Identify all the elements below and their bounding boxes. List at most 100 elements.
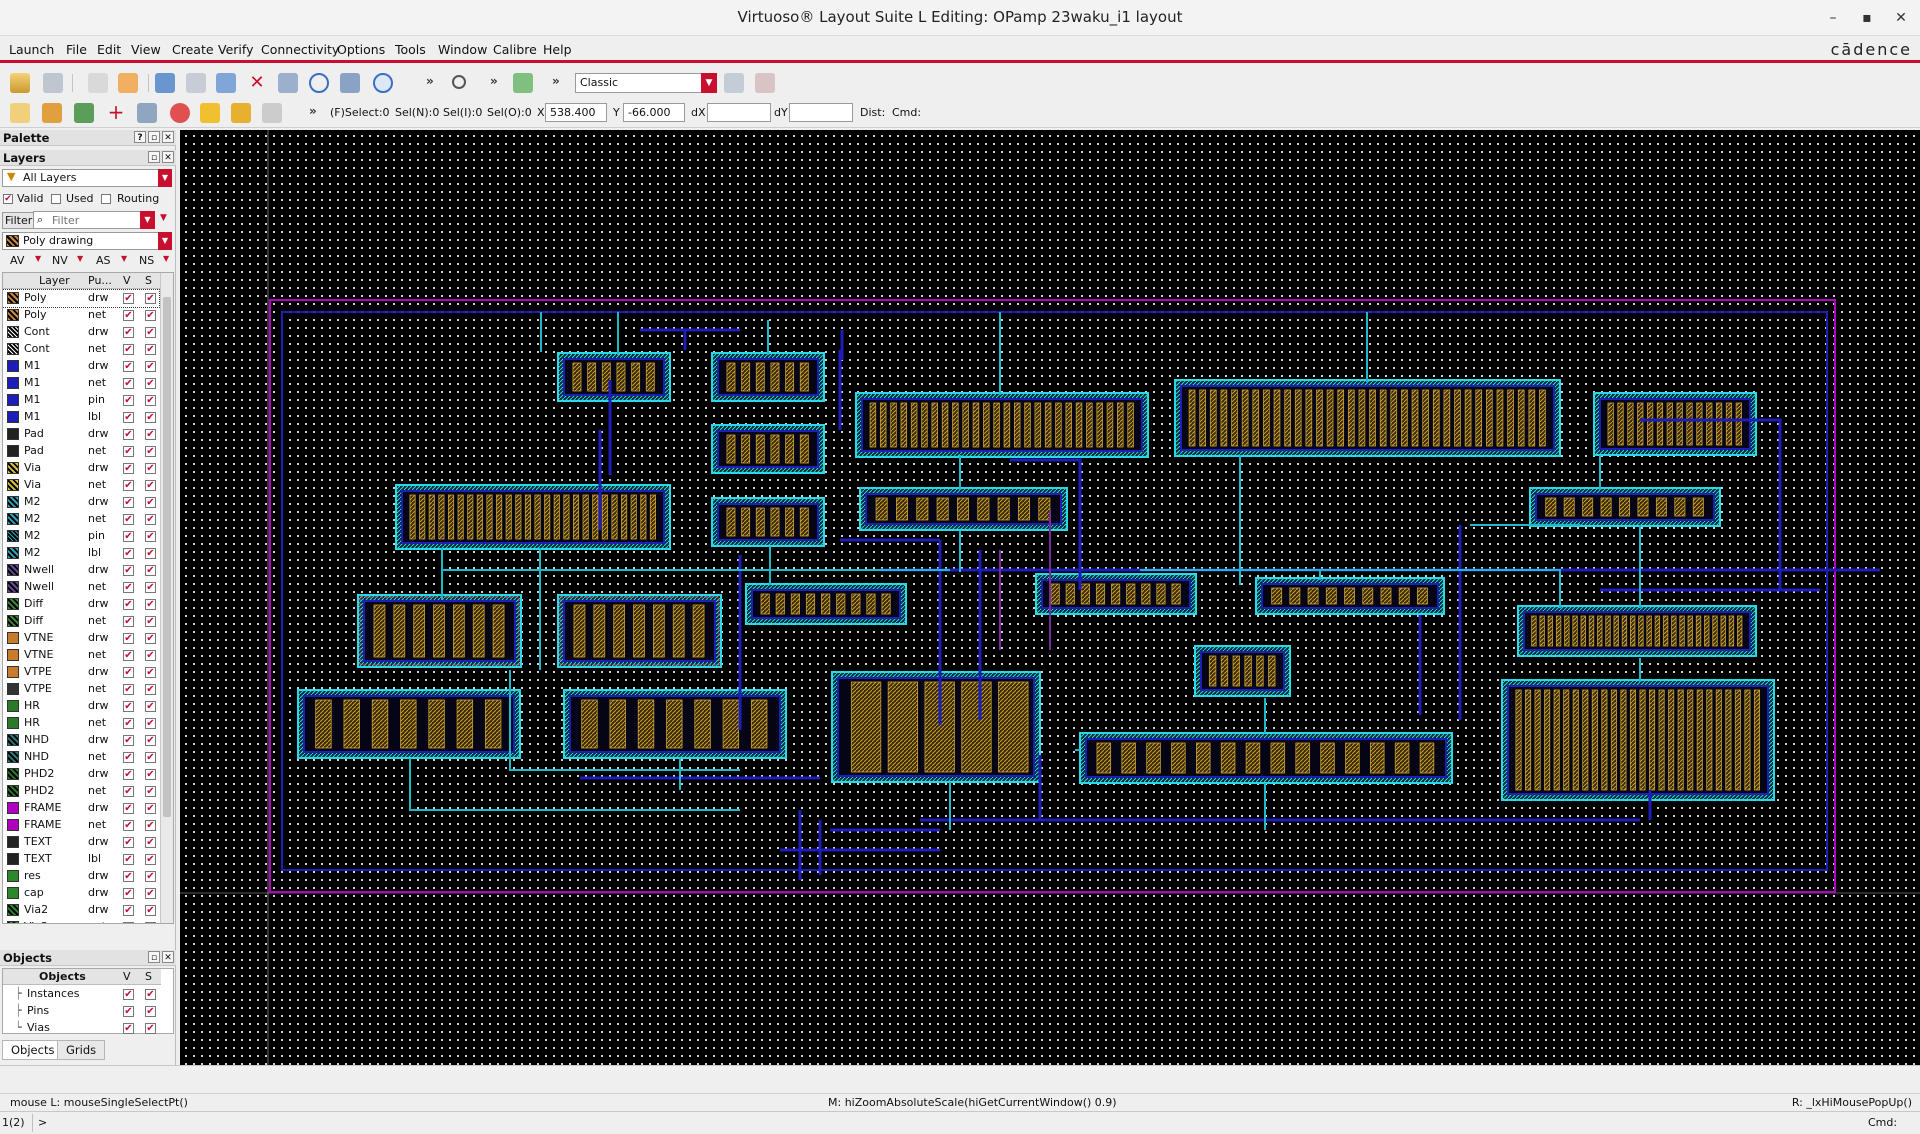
- selectable-checkbox[interactable]: ✔: [145, 599, 156, 610]
- layer-row-pad-drw[interactable]: Pad drw ✔ ✔: [3, 426, 159, 443]
- layer-row-diff-drw[interactable]: Diff drw ✔ ✔: [3, 596, 159, 613]
- filter-options-icon[interactable]: ▼: [160, 213, 167, 223]
- visible-checkbox[interactable]: ✔: [123, 412, 134, 423]
- selectable-checkbox[interactable]: ✔: [145, 735, 156, 746]
- menu-verify[interactable]: Verify: [218, 42, 253, 57]
- selectable-checkbox[interactable]: ✔: [145, 446, 156, 457]
- selectable-checkbox[interactable]: ✔: [145, 871, 156, 882]
- object-row-instances[interactable]: ┝ Instances ✔ ✔: [3, 986, 159, 1003]
- selectable-checkbox[interactable]: ✔: [145, 531, 156, 542]
- toolbar-more-1[interactable]: »: [426, 74, 434, 88]
- layer-row-m1-drw[interactable]: M1 drw ✔ ✔: [3, 358, 159, 375]
- ns-button[interactable]: NS: [139, 254, 154, 267]
- visible-checkbox[interactable]: ✔: [123, 820, 134, 831]
- menu-view[interactable]: View: [131, 42, 161, 57]
- selectable-checkbox[interactable]: ✔: [145, 684, 156, 695]
- visible-checkbox[interactable]: ✔: [123, 905, 134, 916]
- chevron-down-icon[interactable]: ▼: [140, 211, 155, 229]
- layer-row-cap-drw[interactable]: cap drw ✔ ✔: [3, 885, 159, 902]
- layer-row-m2-pin[interactable]: M2 pin ✔ ✔: [3, 528, 159, 545]
- visible-checkbox[interactable]: ✔: [123, 327, 134, 338]
- visible-checkbox[interactable]: ✔: [123, 616, 134, 627]
- chevron-down-icon[interactable]: ▼: [158, 169, 172, 187]
- visible-checkbox[interactable]: ✔: [123, 531, 134, 542]
- layer-row-nhd-net[interactable]: NHD net ✔ ✔: [3, 749, 159, 766]
- properties-icon[interactable]: [309, 73, 329, 93]
- close-window-button[interactable]: ✕: [1888, 6, 1914, 30]
- selectable-checkbox[interactable]: ✔: [145, 463, 156, 474]
- chevron-down-icon[interactable]: ▼: [158, 232, 172, 250]
- object-row-vias[interactable]: ┕ Vias ✔ ✔: [3, 1020, 159, 1037]
- object-row-pins[interactable]: ┝ Pins ✔ ✔: [3, 1003, 159, 1020]
- visible-checkbox[interactable]: ✔: [123, 871, 134, 882]
- y-coordinate-field[interactable]: -66.000: [623, 103, 685, 122]
- float-icon[interactable]: ▫: [148, 951, 160, 963]
- toolbar-more-3[interactable]: »: [552, 74, 560, 88]
- layer-row-m2-net[interactable]: M2 net ✔ ✔: [3, 511, 159, 528]
- layer-set-select[interactable]: ▼ All Layers ▼: [2, 169, 172, 187]
- selectable-checkbox[interactable]: ✔: [145, 1023, 156, 1034]
- selectable-checkbox[interactable]: ✔: [145, 786, 156, 797]
- layer-row-m1-pin[interactable]: M1 pin ✔ ✔: [3, 392, 159, 409]
- menu-window[interactable]: Window: [438, 42, 487, 57]
- selectable-checkbox[interactable]: ✔: [145, 803, 156, 814]
- layer-row-phd2-net[interactable]: PHD2 net ✔ ✔: [3, 783, 159, 800]
- layer-row-poly-net[interactable]: Poly net ✔ ✔: [3, 307, 159, 324]
- layer-row-frame-net[interactable]: FRAME net ✔ ✔: [3, 817, 159, 834]
- layer-row-nwell-drw[interactable]: Nwell drw ✔ ✔: [3, 562, 159, 579]
- selectable-checkbox[interactable]: ✔: [145, 752, 156, 763]
- menu-options[interactable]: Options: [337, 42, 385, 57]
- layer-row-m2-drw[interactable]: M2 drw ✔ ✔: [3, 494, 159, 511]
- undo-icon[interactable]: [88, 73, 108, 93]
- menu-edit[interactable]: Edit: [97, 42, 121, 57]
- tab-grids[interactable]: Grids: [57, 1040, 106, 1060]
- menu-create[interactable]: Create: [172, 42, 214, 57]
- selectable-checkbox[interactable]: ✔: [145, 718, 156, 729]
- layer-row-nwell-net[interactable]: Nwell net ✔ ✔: [3, 579, 159, 596]
- visible-checkbox[interactable]: ✔: [123, 1023, 134, 1034]
- align-icon[interactable]: [340, 73, 360, 93]
- command-input[interactable]: [32, 1114, 1852, 1132]
- ruler-icon[interactable]: [231, 103, 251, 123]
- visible-checkbox[interactable]: ✔: [123, 548, 134, 559]
- visible-checkbox[interactable]: ✔: [123, 514, 134, 525]
- selectable-checkbox[interactable]: ✔: [145, 633, 156, 644]
- open-icon[interactable]: [10, 73, 30, 93]
- layer-row-cont-net[interactable]: Cont net ✔ ✔: [3, 341, 159, 358]
- selectable-checkbox[interactable]: ✔: [145, 480, 156, 491]
- layer-row-text-lbl[interactable]: TEXT lbl ✔ ✔: [3, 851, 159, 868]
- menu-help[interactable]: Help: [543, 42, 572, 57]
- av-button[interactable]: AV: [10, 254, 24, 267]
- selectable-checkbox[interactable]: ✔: [145, 565, 156, 576]
- layer-row-m2-lbl[interactable]: M2 lbl ✔ ✔: [3, 545, 159, 562]
- scrollbar-thumb[interactable]: [163, 297, 171, 817]
- layer-row-pad-net[interactable]: Pad net ✔ ✔: [3, 443, 159, 460]
- selectable-checkbox[interactable]: ✔: [145, 412, 156, 423]
- selectable-checkbox[interactable]: ✔: [145, 820, 156, 831]
- selectable-checkbox[interactable]: ✔: [145, 378, 156, 389]
- visible-checkbox[interactable]: ✔: [123, 582, 134, 593]
- menu-tools[interactable]: Tools: [395, 42, 426, 57]
- rotate-icon[interactable]: [278, 73, 298, 93]
- chevron-down-icon[interactable]: ▼: [121, 254, 127, 263]
- selectable-checkbox[interactable]: ✔: [145, 922, 156, 923]
- layer-row-via2-drw[interactable]: Via2 drw ✔ ✔: [3, 902, 159, 919]
- nv-button[interactable]: NV: [52, 254, 68, 267]
- valid-checkbox[interactable]: ✔: [3, 194, 13, 204]
- selectable-checkbox[interactable]: ✔: [145, 514, 156, 525]
- dy-field[interactable]: [789, 103, 853, 122]
- selectable-checkbox[interactable]: ✔: [145, 395, 156, 406]
- select-icon[interactable]: [10, 103, 30, 123]
- current-layer-select[interactable]: Poly drawing ▼: [2, 232, 172, 250]
- visible-checkbox[interactable]: ✔: [123, 1006, 134, 1017]
- maximize-button[interactable]: ▪: [1854, 6, 1880, 30]
- layer-row-vtpe-drw[interactable]: VTPE drw ✔ ✔: [3, 664, 159, 681]
- visible-checkbox[interactable]: ✔: [123, 361, 134, 372]
- close-icon[interactable]: ✕: [162, 131, 174, 143]
- column-layer[interactable]: Layer: [39, 274, 70, 287]
- gravity-icon[interactable]: [74, 103, 94, 123]
- visible-checkbox[interactable]: ✔: [123, 480, 134, 491]
- selectable-checkbox[interactable]: ✔: [145, 650, 156, 661]
- filter-input[interactable]: [33, 211, 155, 229]
- routing-checkbox[interactable]: [101, 194, 111, 204]
